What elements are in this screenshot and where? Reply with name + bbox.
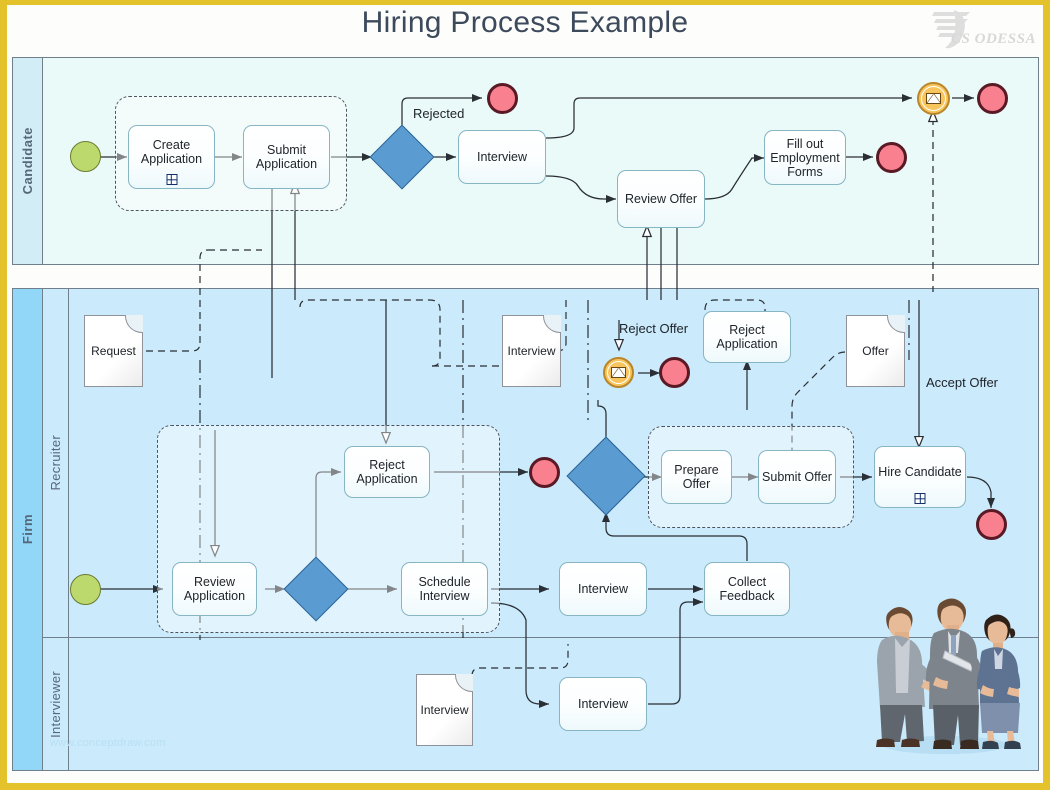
task-submit-offer[interactable]: Submit Offer xyxy=(758,450,836,504)
data-object-interview-recruiter[interactable]: Interview xyxy=(502,315,561,387)
sub-process-marker-icon xyxy=(914,493,926,504)
end-event-hire[interactable] xyxy=(976,509,1007,540)
data-object-label: Interview xyxy=(507,344,556,358)
end-event-reject-application[interactable] xyxy=(529,457,560,488)
business-handshake-illustration xyxy=(876,598,1021,754)
task-label: Interview xyxy=(577,697,629,711)
task-interview-recruiter[interactable]: Interview xyxy=(559,562,647,616)
start-event-candidate[interactable] xyxy=(70,141,101,172)
task-create-application[interactable]: Create Application xyxy=(128,125,215,189)
envelope-icon xyxy=(926,93,941,104)
watermark-text: www.conceptdraw.com xyxy=(50,737,166,749)
gateway-offer-decision[interactable] xyxy=(566,436,646,516)
task-review-application[interactable]: Review Application xyxy=(172,562,257,616)
flow-label-reject-offer: Reject Offer xyxy=(619,321,689,336)
task-label: Prepare Offer xyxy=(674,463,719,491)
task-prepare-offer[interactable]: Prepare Offer xyxy=(661,450,732,504)
pool-firm-label: Firm xyxy=(13,289,43,770)
task-label: Submit Offer xyxy=(762,470,832,484)
person-right xyxy=(976,614,1021,749)
task-collect-feedback[interactable]: Collect Feedback xyxy=(704,562,790,616)
task-fill-out-employment-forms[interactable]: Fill out Employment Forms xyxy=(764,130,846,185)
sub-process-marker-icon xyxy=(166,174,177,185)
task-label: Interview xyxy=(577,582,629,596)
gateway-candidate-decision[interactable] xyxy=(369,124,435,190)
end-event-forms[interactable] xyxy=(876,142,907,173)
pool-candidate-label: Candidate xyxy=(13,58,43,264)
message-event-reject-offer[interactable] xyxy=(603,357,634,388)
task-interview-interviewer[interactable]: Interview xyxy=(559,677,647,731)
start-event-recruiter[interactable] xyxy=(70,574,101,605)
task-label: Reject Application xyxy=(716,323,778,351)
task-label: Reject Application xyxy=(356,458,418,486)
data-object-label: Interview xyxy=(420,703,469,717)
person-middle xyxy=(925,598,983,749)
task-label: Review Application xyxy=(183,575,246,603)
task-label: Review Offer xyxy=(624,192,697,206)
logo-text: CS ODESSA xyxy=(951,31,1036,47)
task-reject-application-offer[interactable]: Reject Application xyxy=(703,311,791,363)
flow-label-accept-offer: Accept Offer xyxy=(926,375,999,390)
data-object-offer[interactable]: Offer xyxy=(846,315,905,387)
page-fold-icon xyxy=(887,315,905,333)
task-interview-candidate[interactable]: Interview xyxy=(458,130,546,184)
data-object-request[interactable]: Request xyxy=(84,315,143,387)
task-schedule-interview[interactable]: Schedule Interview xyxy=(401,562,488,616)
task-label: Create Application xyxy=(140,137,203,166)
task-review-offer[interactable]: Review Offer xyxy=(617,170,705,228)
end-event-candidate-final[interactable] xyxy=(977,83,1008,114)
task-hire-candidate[interactable]: Hire Candidate xyxy=(874,446,966,508)
page-fold-icon xyxy=(543,315,561,333)
page-fold-icon xyxy=(125,315,143,333)
task-label: Interview xyxy=(476,150,528,164)
page-fold-icon xyxy=(455,674,473,692)
task-label: Hire Candidate xyxy=(878,464,962,479)
task-label: Schedule Interview xyxy=(418,575,471,603)
end-event-rejected[interactable] xyxy=(487,83,518,114)
diagram-canvas: Hiring Process Example CS ODESSA Candida… xyxy=(0,0,1050,790)
gateway-review-decision[interactable] xyxy=(283,556,349,622)
lane-interviewer-label: Interviewer xyxy=(43,638,69,770)
task-label: Collect Feedback xyxy=(719,575,775,603)
task-submit-application[interactable]: Submit Application xyxy=(243,125,330,189)
lane-recruiter-label: Recruiter xyxy=(43,289,69,637)
envelope-icon xyxy=(611,367,626,378)
page-title: Hiring Process Example xyxy=(361,6,689,39)
cs-odessa-logo: CS ODESSA xyxy=(926,8,1036,50)
data-object-label: Request xyxy=(91,344,136,358)
data-object-label: Offer xyxy=(862,344,889,358)
end-event-reject-offer[interactable] xyxy=(659,357,690,388)
message-event-candidate[interactable] xyxy=(917,82,950,115)
task-label: Fill out Employment Forms xyxy=(770,136,840,179)
task-reject-application-screening[interactable]: Reject Application xyxy=(344,446,430,498)
task-label: Submit Application xyxy=(255,143,318,171)
flow-label-rejected: Rejected xyxy=(413,106,465,121)
data-object-interview[interactable]: Interview xyxy=(416,674,473,746)
